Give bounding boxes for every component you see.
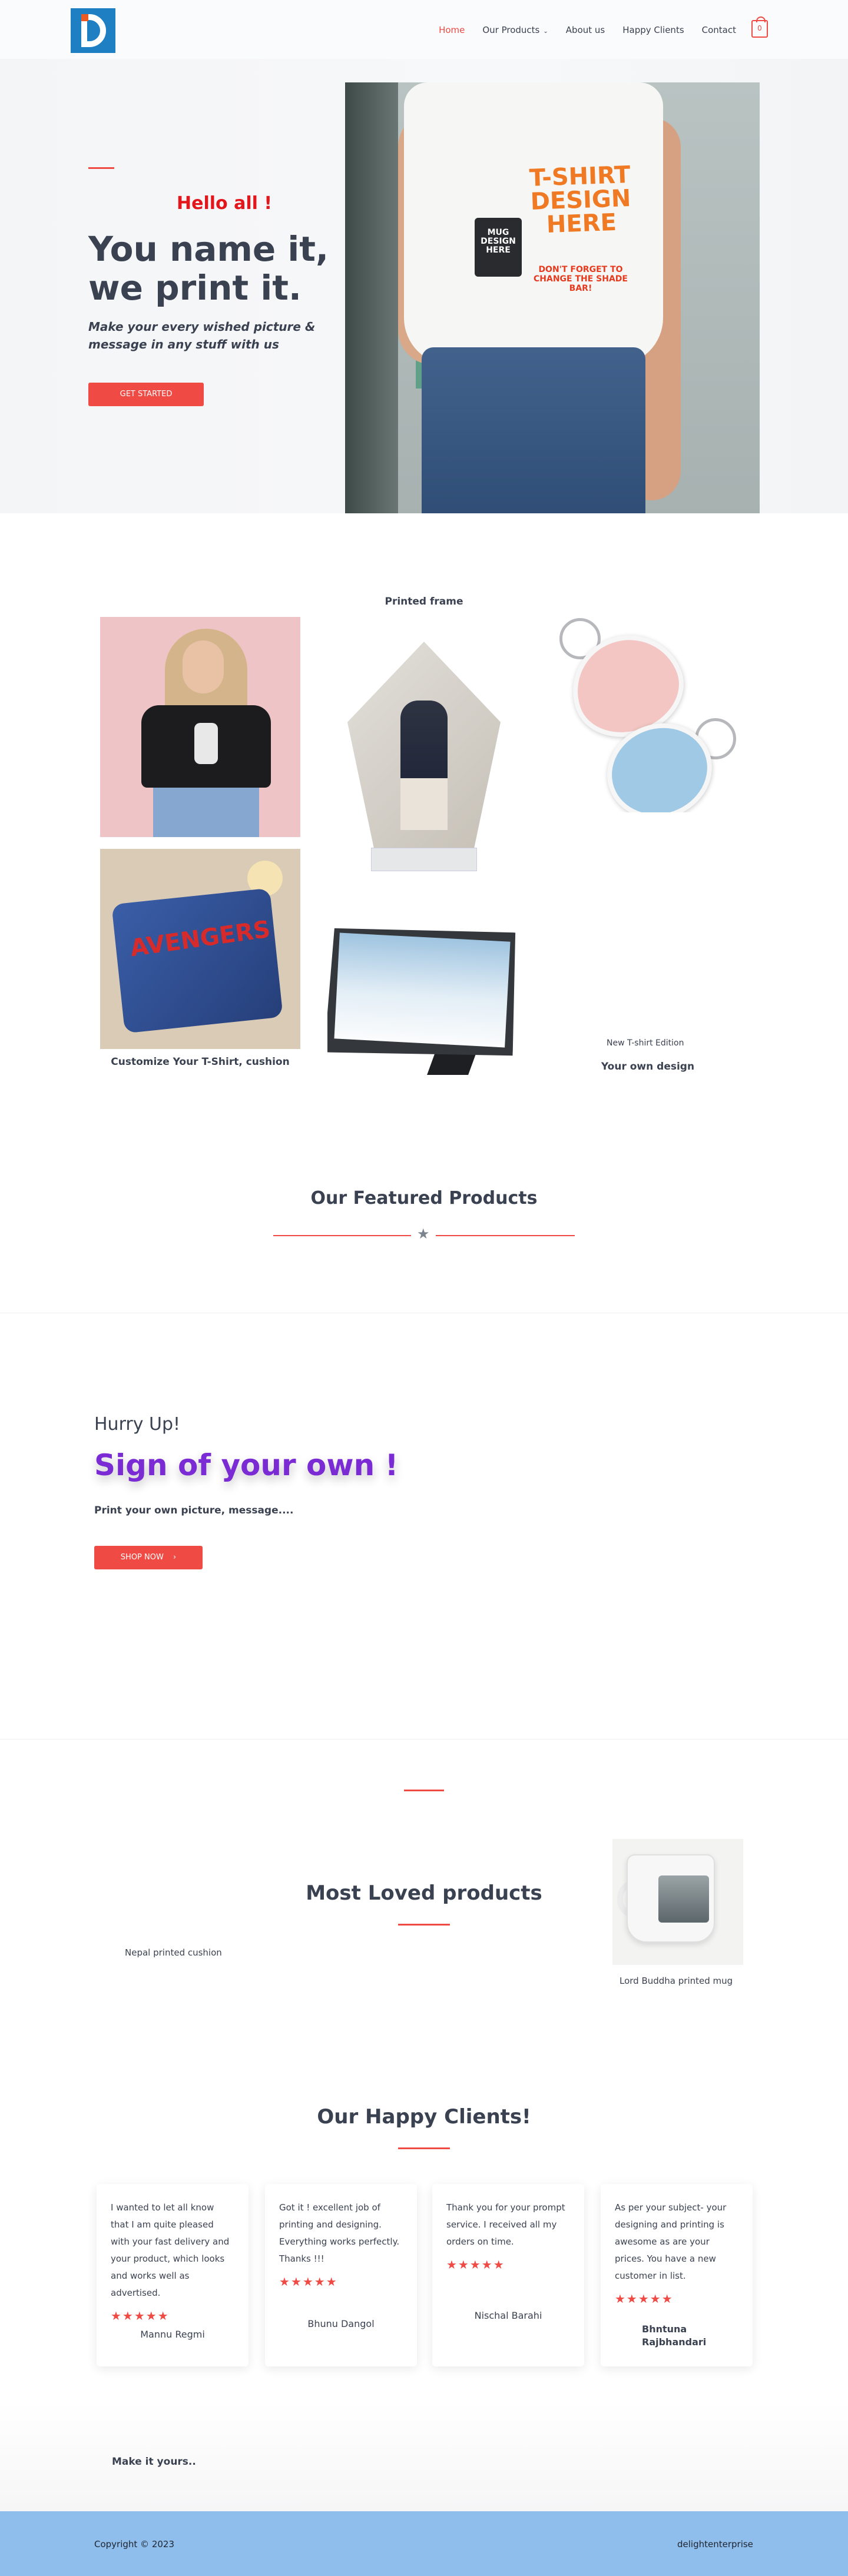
frame-base — [371, 848, 477, 871]
featured-divider-right — [436, 1235, 575, 1236]
main-nav: Home Our Products ⌄ About us Happy Client… — [439, 25, 736, 35]
review-author: Nischal Barahi — [474, 2310, 542, 2321]
model-jeans — [153, 788, 259, 837]
slate-photo — [334, 932, 511, 1048]
promo-hurry: Hurry Up! — [94, 1414, 181, 1435]
own-design-caption: Your own design — [601, 1061, 695, 1073]
star-rating-icon: ★★★★★ — [111, 2309, 170, 2323]
page: Home Our Products ⌄ About us Happy Client… — [0, 0, 848, 2576]
mug-print — [658, 1875, 709, 1923]
review-text: Got it ! excellent job of printing and d… — [279, 2202, 400, 2264]
review-author: Mannu Regmi — [140, 2329, 205, 2340]
printed-frame-image[interactable] — [330, 636, 524, 883]
hero-greeting: Hello all ! — [177, 193, 273, 214]
hero-title: You name it, we print it. — [88, 229, 329, 308]
review-author: Bhntuna Rajbhandari — [642, 2323, 707, 2348]
review-card: Thank you for your prompt service. I rec… — [432, 2184, 584, 2366]
star-icon: ★ — [417, 1226, 430, 1242]
nepal-cushion-caption[interactable]: Nepal printed cushion — [125, 1947, 222, 1958]
hero-subtitle: Make your every wished picture & message… — [88, 320, 316, 351]
customize-caption: Customize Your T-Shirt, cushion — [111, 1056, 290, 1068]
star-rating-icon: ★★★★★ — [615, 2292, 674, 2306]
shop-now-button[interactable]: SHOP NOW › — [94, 1546, 203, 1569]
review-text: Thank you for your prompt service. I rec… — [446, 2202, 565, 2247]
tshirt-edition-caption: New T-shirt Edition — [607, 1038, 684, 1048]
keychain-image[interactable] — [554, 612, 742, 812]
nav-our-products-label: Our Products — [482, 25, 540, 35]
featured-title: Our Featured Products — [310, 1188, 538, 1209]
nav-our-products[interactable]: Our Products ⌄ — [482, 25, 548, 35]
buddha-mug-caption[interactable]: Lord Buddha printed mug — [620, 1976, 733, 1986]
loved-accent-line — [404, 1790, 444, 1791]
nav-happy-clients[interactable]: Happy Clients — [622, 25, 684, 35]
cart-count: 0 — [757, 24, 762, 32]
star-rating-icon: ★★★★★ — [279, 2275, 338, 2289]
hero-accent-line — [88, 167, 114, 169]
review-text: I wanted to let all know that I am quite… — [111, 2202, 230, 2298]
review-card: I wanted to let all know that I am quite… — [97, 2184, 249, 2366]
loved-underline — [398, 1924, 450, 1926]
model-tshirt — [141, 705, 271, 788]
chevron-right-icon: › — [173, 1553, 177, 1562]
review-card: Got it ! excellent job of printing and d… — [265, 2184, 417, 2366]
footer-tagline: Make it yours.. — [112, 2456, 196, 2468]
get-started-button[interactable]: GET STARTED — [88, 383, 204, 406]
logo-dot-icon — [81, 14, 88, 21]
nav-home[interactable]: Home — [439, 25, 465, 35]
review-author: Bhunu Dangol — [307, 2318, 375, 2329]
footer-brand-link[interactable]: delightenterprise — [677, 2539, 753, 2550]
star-rating-icon: ★★★★★ — [446, 2258, 505, 2272]
section-separator — [0, 1739, 848, 1740]
shop-now-label: SHOP NOW — [120, 1553, 164, 1562]
model-face — [183, 640, 224, 693]
chevron-down-icon: ⌄ — [543, 28, 548, 35]
review-text: As per your subject- your designing and … — [615, 2202, 727, 2281]
tshirt-print-text: T-SHIRT DESIGN HERE — [529, 161, 632, 239]
promo-subtitle: Print your own picture, message.... — [94, 1505, 294, 1516]
review-card: As per your subject- your designing and … — [601, 2184, 753, 2366]
tshirt-model-image[interactable] — [100, 617, 300, 837]
nav-contact[interactable]: Contact — [702, 25, 736, 35]
clients-underline — [398, 2147, 450, 2149]
hero-section: Hello all ! You name it, we print it. Ma… — [0, 59, 848, 513]
brand-logo[interactable] — [71, 8, 115, 53]
printed-frame-caption: Printed frame — [385, 596, 463, 608]
nav-about-us[interactable]: About us — [566, 25, 605, 35]
avengers-cushion-image[interactable]: AVENGERS — [100, 849, 300, 1049]
tshirt-print-small-text: DON'T FORGET TO CHANGE THE SHADE BAR! — [534, 265, 628, 293]
hero-image-jeans — [422, 347, 645, 513]
featured-divider-left — [273, 1235, 411, 1236]
mug-print-text: MUG DESIGN HERE — [475, 218, 522, 277]
buddha-mug-image[interactable] — [612, 1839, 743, 1965]
hero-image: T-SHIRT DESIGN HERE DON'T FORGET TO CHAN… — [345, 82, 760, 513]
photo-slate-image[interactable] — [327, 928, 522, 1081]
site-header: Home Our Products ⌄ About us Happy Client… — [0, 0, 848, 59]
wedding-couple — [400, 701, 448, 830]
cart-bag-icon[interactable]: 0 — [751, 16, 768, 38]
hero-image-background — [345, 82, 398, 513]
copyright-text: Copyright © 2023 — [94, 2539, 175, 2550]
clients-title: Our Happy Clients! — [317, 2105, 531, 2129]
promo-title: Sign of your own ! — [94, 1448, 399, 1482]
